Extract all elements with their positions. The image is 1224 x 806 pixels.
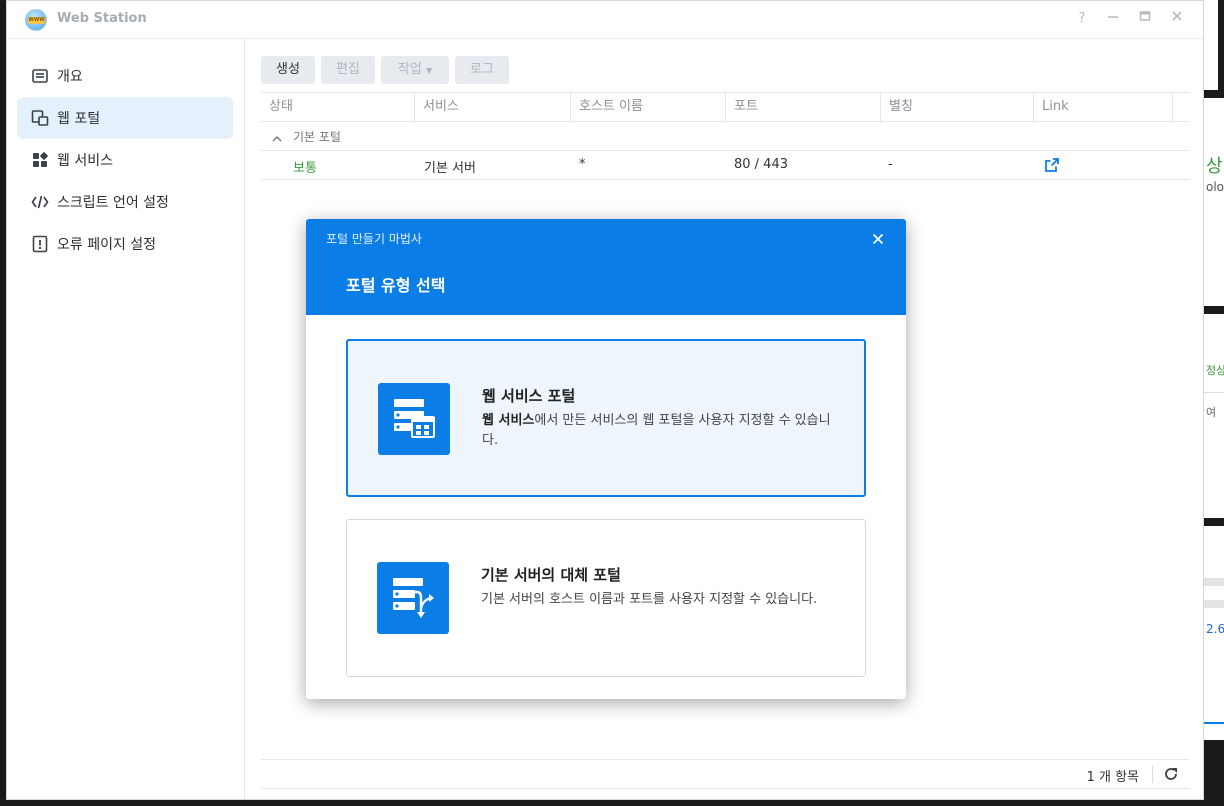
option-description: 웹 서비스에서 만든 서비스의 웹 포털을 사용자 지정할 수 있습니다.	[482, 411, 842, 451]
column-header-hostname[interactable]: 호스트 이름	[571, 93, 726, 123]
error-page-icon	[31, 235, 49, 253]
sidebar-item-error-page[interactable]: 오류 페이지 설정	[17, 223, 233, 265]
column-header-status[interactable]: 상태	[261, 93, 415, 123]
sidebar-item-label: 웹 서비스	[57, 153, 113, 169]
option-alternative-portal[interactable]: 기본 서버의 대체 포털 기본 서버의 호스트 이름과 포트를 사용자 지정할 …	[346, 519, 866, 677]
action-dropdown[interactable]: 작업 ▼	[381, 56, 449, 84]
column-header-alias[interactable]: 별칭	[881, 93, 1034, 123]
column-header-link[interactable]: Link	[1034, 93, 1173, 123]
group-label: 기본 포털	[293, 130, 341, 144]
portal-wizard-dialog: 포털 만들기 마법사 포털 유형 선택 웹 서비스 포털 웹 서비스에서 만든 …	[306, 219, 906, 699]
sidebar-item-web-service[interactable]: 웹 서비스	[17, 139, 233, 181]
refresh-icon[interactable]	[1163, 766, 1179, 782]
web-service-icon	[31, 151, 49, 169]
bg-dark-bar	[1204, 90, 1224, 98]
chevron-up-icon[interactable]	[271, 130, 283, 142]
service-cell: 기본 서버	[424, 161, 476, 176]
bg-blue-line	[1204, 722, 1224, 724]
option-description: 기본 서버의 호스트 이름과 포트를 사용자 지정할 수 있습니다.	[481, 592, 818, 607]
sidebar: 개요 웹 포털 웹 서비스 스크립트 언어 설정 오류 페이지 설정	[7, 39, 245, 799]
option-title: 기본 서버의 대체 포털	[481, 566, 621, 584]
alternative-portal-icon	[377, 562, 449, 634]
bg-text-fragment: olo	[1206, 180, 1224, 194]
dialog-title: 포털 유형 선택	[346, 276, 446, 295]
code-icon	[31, 193, 49, 211]
sidebar-item-script-language[interactable]: 스크립트 언어 설정	[17, 181, 233, 223]
column-header-service[interactable]: 서비스	[415, 93, 571, 123]
bg-text-version: 2.6	[1206, 622, 1224, 636]
bg-dark-strip	[1204, 740, 1224, 806]
minimize-icon[interactable]	[1104, 10, 1122, 28]
sidebar-item-label: 오류 페이지 설정	[57, 237, 157, 253]
dialog-subtitle: 포털 만들기 마법사	[326, 232, 422, 246]
option-description-text: 에서 만든 서비스의 웹 포털을 사용자 지정할 수 있습니다.	[482, 413, 831, 448]
option-title: 웹 서비스 포털	[482, 387, 576, 405]
action-label: 작업	[397, 62, 422, 77]
hostname-cell: *	[579, 157, 586, 172]
title-bar: WWW Web Station ?	[7, 1, 1203, 39]
grid-header: 상태 서비스 호스트 이름 포트 별칭 Link	[261, 92, 1189, 123]
close-icon[interactable]	[1168, 10, 1186, 28]
option-description-bold: 웹 서비스	[482, 413, 535, 428]
external-link-icon[interactable]	[1044, 157, 1060, 173]
edit-button[interactable]: 편집	[321, 56, 375, 84]
sidebar-item-web-portal[interactable]: 웹 포털	[17, 97, 233, 139]
grid-footer: 1 개 항목	[261, 759, 1189, 789]
dialog-close-icon[interactable]	[868, 229, 888, 249]
app-title: Web Station	[57, 11, 147, 26]
sidebar-item-label: 웹 포털	[57, 111, 101, 127]
bg-text-status: 상	[1206, 156, 1223, 177]
bg-divider	[1204, 392, 1224, 393]
bg-text-normal: 정상	[1206, 364, 1224, 377]
web-portal-icon	[31, 109, 49, 127]
overview-icon	[31, 67, 49, 85]
background-window: 상 olo 정상 여 2.6	[1204, 0, 1224, 806]
maximize-icon[interactable]	[1136, 10, 1154, 28]
column-header-port[interactable]: 포트	[726, 93, 881, 123]
sidebar-item-label: 스크립트 언어 설정	[57, 195, 169, 211]
bg-text-fragment: 여	[1206, 406, 1217, 419]
item-count: 1 개 항목	[1086, 770, 1139, 785]
group-row-default-portal[interactable]: 기본 포털	[261, 122, 1189, 151]
bg-divider	[1204, 600, 1224, 608]
web-station-logo-icon: WWW	[25, 9, 47, 31]
bg-divider	[1204, 578, 1224, 586]
option-web-service-portal[interactable]: 웹 서비스 포털 웹 서비스에서 만든 서비스의 웹 포털을 사용자 지정할 수…	[346, 339, 866, 497]
port-cell: 80 / 443	[734, 157, 788, 172]
footer-divider	[1152, 765, 1153, 783]
bg-dark-bar	[1204, 306, 1224, 314]
sidebar-item-overview[interactable]: 개요	[17, 55, 233, 97]
create-button[interactable]: 생성	[261, 56, 315, 84]
web-service-portal-icon	[378, 383, 450, 455]
dialog-header: 포털 만들기 마법사 포털 유형 선택	[306, 219, 906, 315]
bg-dark-bar	[1204, 518, 1224, 526]
status-badge: 보통	[293, 161, 317, 176]
alias-cell: -	[888, 157, 893, 172]
help-icon[interactable]: ?	[1073, 10, 1091, 28]
sidebar-item-label: 개요	[57, 69, 83, 85]
log-button[interactable]: 로그	[455, 56, 509, 84]
caret-down-icon: ▼	[425, 66, 433, 75]
table-row[interactable]: 보통 기본 서버 * 80 / 443 -	[261, 151, 1189, 180]
bg-dark-strip	[1218, 0, 1224, 90]
